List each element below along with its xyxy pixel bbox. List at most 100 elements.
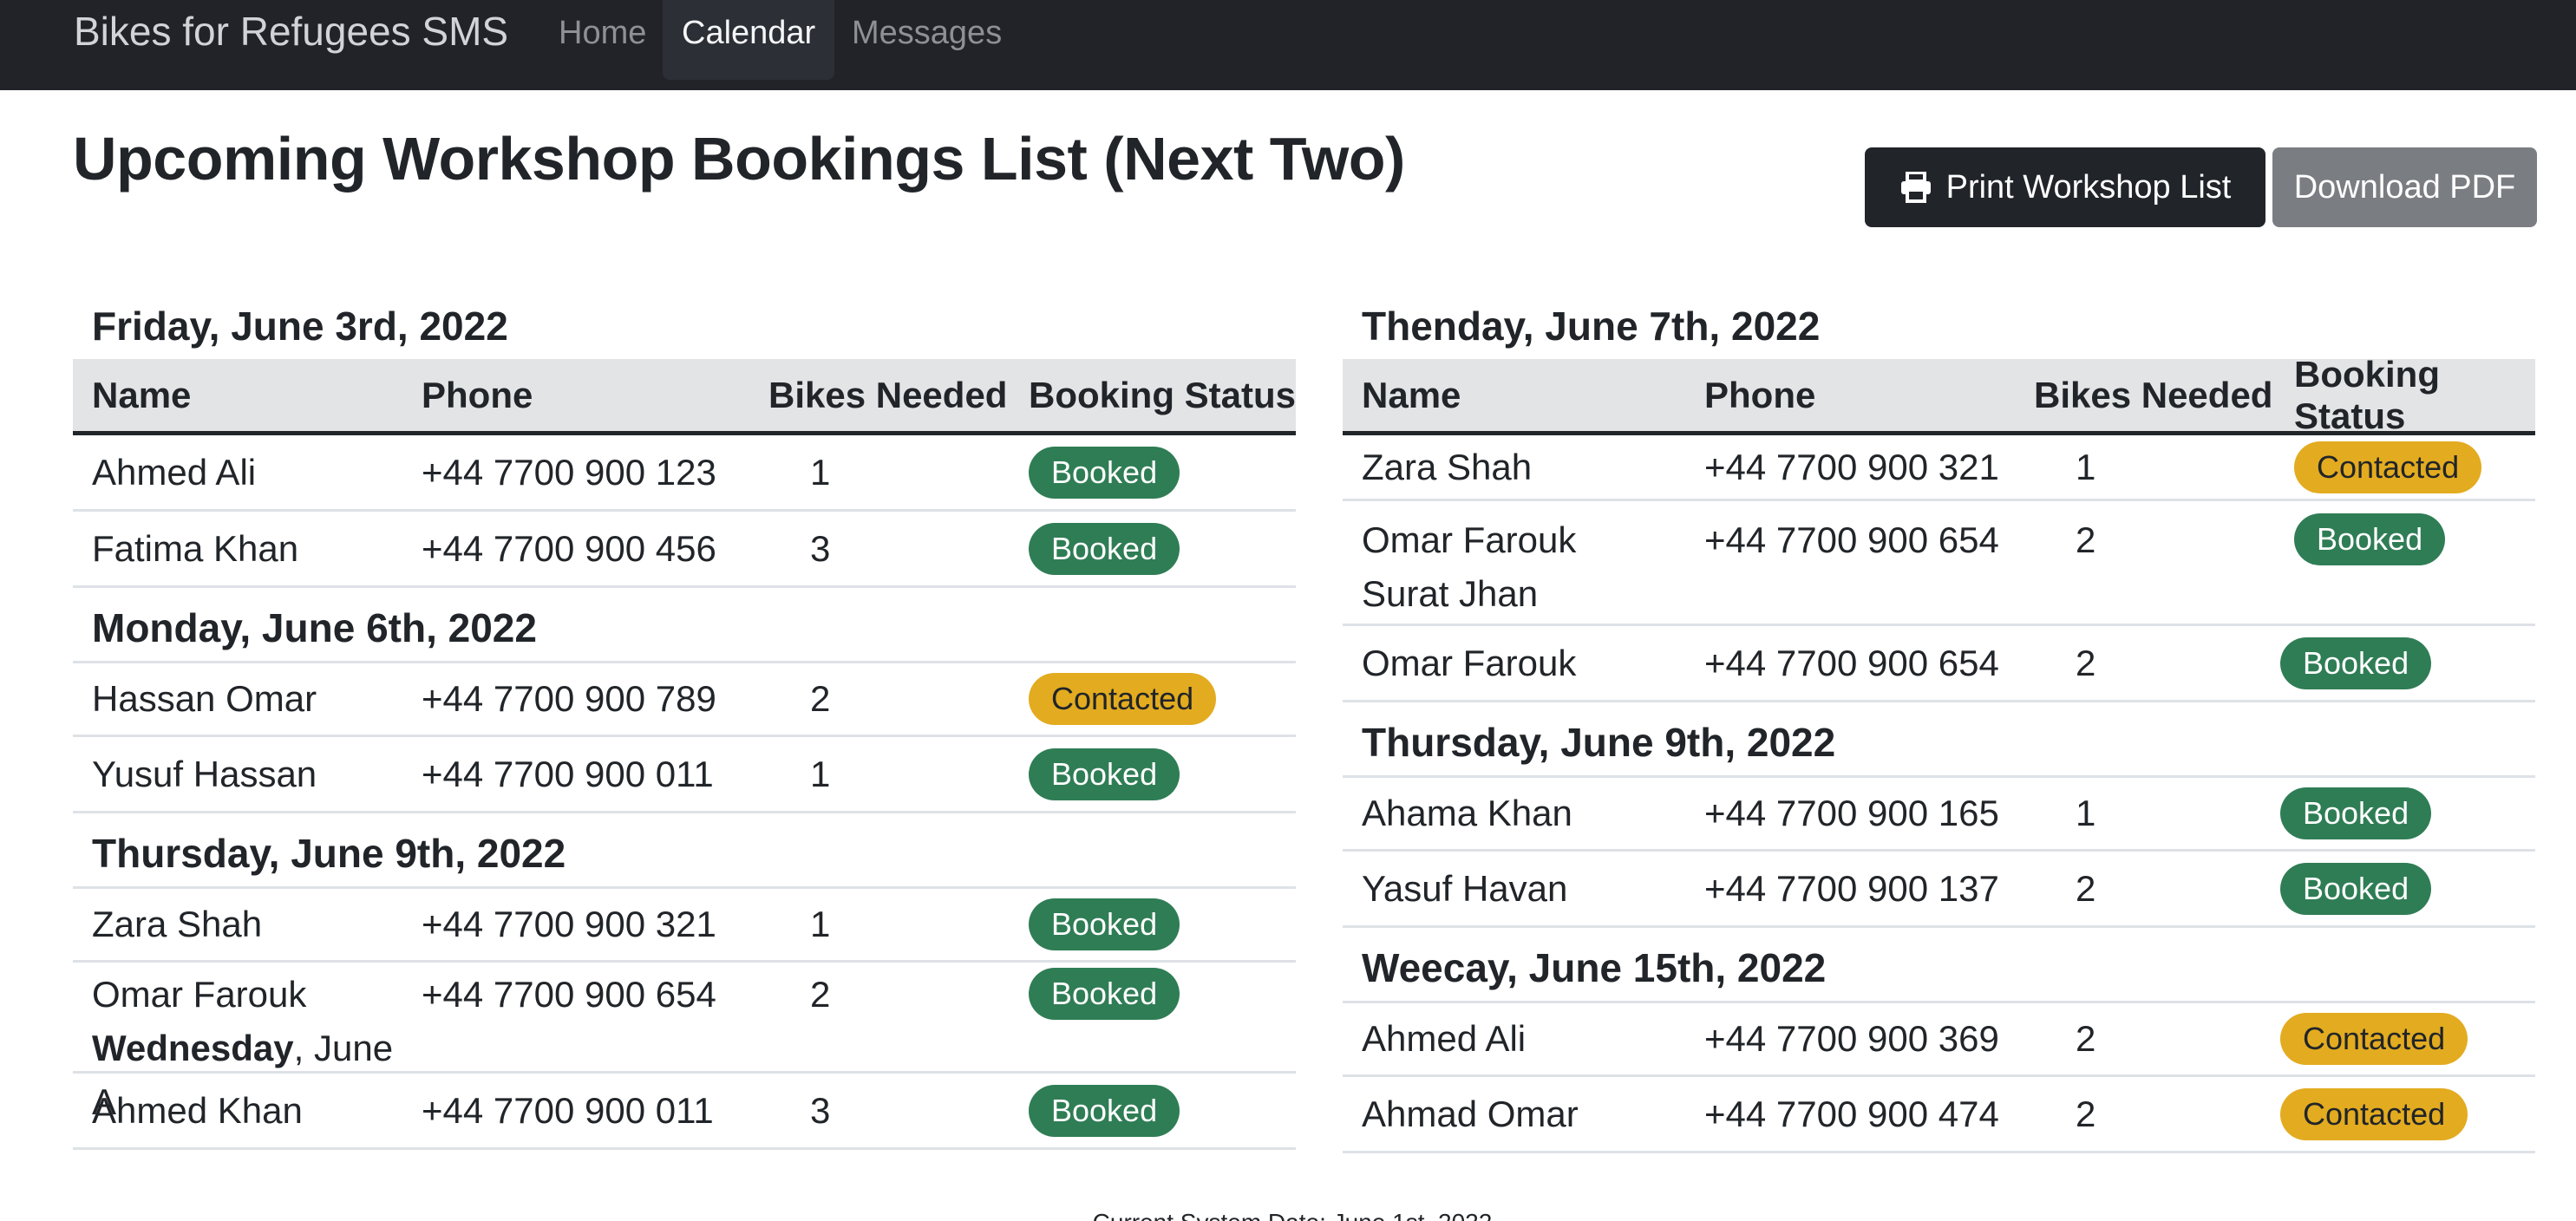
row-phone: +44 7700 900 123 — [422, 451, 716, 493]
table-header: Name Phone Bikes Needed Booking Status — [73, 359, 1296, 435]
row-bikes: 2 — [2076, 867, 2096, 909]
nav-home[interactable]: Home — [539, 0, 665, 80]
row-bikes: 1 — [810, 753, 831, 794]
table-row: Omar Farouk +44 7700 900 654 2 Booked — [1343, 626, 2535, 702]
status-badge: Booked — [2294, 513, 2446, 565]
row-name: Yasuf Havan — [1362, 867, 1568, 909]
col-phone: Phone — [422, 374, 533, 415]
brand[interactable]: Bikes for Refugees SMS — [74, 9, 508, 54]
col-bikes: Bikes Needed — [2034, 374, 2273, 415]
table-row: Zara Shah +44 7700 900 321 1 Contacted — [1343, 435, 2535, 501]
row-name-text-2: Surat Jhan — [1362, 573, 1539, 614]
row-bikes: 2 — [2076, 1018, 2096, 1059]
row-name: Omar Farouk — [1362, 642, 1577, 683]
date-heading: Friday, June 3rd, 2022 — [92, 304, 508, 349]
row-phone: +44 7700 900 137 — [1704, 867, 1999, 909]
row-phone: +44 7700 900 474 — [1704, 1093, 1999, 1134]
row-phone: +44 7700 900 789 — [422, 678, 716, 719]
row-phone: +44 7700 900 011 — [422, 753, 714, 794]
right-bookings-table: Thenday, June 7th, 2022 Name Phone Bikes… — [1343, 286, 2535, 1153]
status-badge: Booked — [1029, 1084, 1180, 1137]
table-row: Omar Farouk Surat Jhan +44 7700 900 654 … — [1343, 501, 2535, 626]
page-title: Upcoming Workshop Bookings List (Next Tw… — [73, 125, 1405, 193]
row-name: Ahmad Omar — [1362, 1093, 1579, 1134]
row-bikes: 2 — [2076, 642, 2096, 683]
status-badge: Booked — [1029, 968, 1180, 1020]
date-heading: Weecay, June 15th, 2022 — [1362, 945, 1827, 990]
status-badge: Booked — [1029, 446, 1180, 499]
status-badge: Booked — [2280, 637, 2432, 689]
date-heading: Thursday, June 9th, 2022 — [92, 831, 566, 876]
table-header: Name Phone Bikes Needed Booking Status — [1343, 354, 2535, 436]
status-badge: Contacted — [1029, 673, 1217, 725]
system-date-footer: Current System Date: June 1st, 2022 — [659, 1202, 1925, 1221]
row-bikes: 1 — [2076, 793, 2096, 833]
print-label: Print Workshop List — [1945, 169, 2232, 206]
row-bikes: 1 — [810, 904, 831, 944]
table-row: Zara Shah +44 7700 900 321 1 Booked — [73, 886, 1296, 963]
row-phone: +44 7700 900 321 — [422, 904, 716, 944]
col-name: Name — [1362, 374, 1461, 415]
left-bookings-table: Friday, June 3rd, 2022 Name Phone Bikes … — [73, 286, 1296, 1150]
row-bikes: 2 — [810, 678, 831, 719]
table-row: Hassan Omar +44 7700 900 789 2 Contacted — [73, 661, 1296, 737]
row-name: Zara Shah — [1362, 446, 1533, 487]
date-heading: Thursday, June 9th, 2022 — [1362, 720, 1836, 765]
navbar: Bikes for Refugees SMS Home Calendar Mes… — [0, 0, 2576, 90]
row-name: Zara Shah — [92, 904, 263, 944]
row-name: Omar Farouk Surat Jhan — [1343, 513, 1685, 621]
table-row: Yusuf Hassan +44 7700 900 011 1 Booked — [73, 737, 1296, 813]
row-name: Hassan Omar — [92, 678, 317, 719]
row-name: Ahmed Ali — [1362, 1018, 1527, 1059]
status-badge: Booked — [2280, 787, 2432, 839]
table-row: Yasuf Havan +44 7700 900 137 2 Booked — [1343, 852, 2535, 928]
status-badge: Contacted — [2280, 1087, 2468, 1140]
row-phone: +44 7700 900 321 — [1704, 446, 1999, 487]
print-workshop-list-button[interactable]: Print Workshop List — [1865, 147, 2265, 227]
row-bikes: 2 — [810, 974, 831, 1015]
row-phone: +44 7700 900 654 — [1704, 642, 1999, 683]
nav-calendar[interactable]: Calendar — [663, 0, 835, 80]
table-row: Ahmad Omar +44 7700 900 474 2 Contacted — [1343, 1077, 2535, 1153]
row-name: Ahama Khan — [1362, 793, 1572, 833]
row-bikes: 3 — [810, 527, 831, 569]
row-name-text: Omar Farouk — [1362, 519, 1577, 560]
row-phone: +44 7700 900 369 — [1704, 1018, 1999, 1059]
row-phone: +44 7700 900 654 — [422, 974, 716, 1015]
col-status: Booking Status — [2294, 353, 2440, 436]
date-heading: Thenday, June 7th, 2022 — [1362, 304, 1821, 349]
row-bikes: 2 — [2076, 1093, 2096, 1134]
date-heading: Monday, June 6th, 2022 — [92, 605, 537, 650]
row-bikes: 3 — [810, 1089, 831, 1131]
row-name-text: Omar Farouk — [92, 974, 307, 1015]
col-status: Booking Status — [1029, 374, 1297, 415]
status-badge: Contacted — [2280, 1013, 2468, 1065]
row-name: Fatima Khan — [92, 527, 299, 569]
row-name: Ahmed Khan — [92, 1089, 303, 1131]
row-bikes: 2 — [2076, 519, 2096, 560]
row-name: Yusuf Hassan — [92, 753, 317, 794]
row-bikes: 1 — [2076, 446, 2096, 487]
date-weekday: Wednesday — [92, 1028, 294, 1068]
status-badge: Booked — [2280, 862, 2432, 915]
table-row: Omar Farouk Wednesday, June A +44 7700 9… — [73, 963, 1296, 1122]
status-badge: Contacted — [2294, 441, 2482, 493]
nav-messages[interactable]: Messages — [833, 0, 1021, 80]
row-phone: +44 7700 900 456 — [422, 527, 716, 569]
col-phone: Phone — [1704, 374, 1816, 415]
table-row: Ahmed Ali +44 7700 900 369 2 Contacted — [1343, 1001, 2535, 1077]
table-row: Fatima Khan +44 7700 900 456 3 Booked — [73, 512, 1296, 588]
download-pdf-button[interactable]: Download PDF — [2272, 147, 2537, 227]
status-badge: Booked — [1029, 748, 1180, 800]
row-name: Ahmed Ali — [92, 451, 257, 493]
status-badge: Booked — [1029, 522, 1180, 575]
printer-icon — [1900, 172, 1931, 203]
status-badge: Booked — [1029, 898, 1180, 950]
row-bikes: 1 — [810, 451, 831, 493]
table-row: Ahama Khan +44 7700 900 165 1 Booked — [1343, 775, 2535, 852]
row-phone: +44 7700 900 165 — [1704, 793, 1999, 833]
row-phone: +44 7700 900 011 — [422, 1089, 714, 1131]
col-bikes: Bikes Needed — [768, 374, 1008, 415]
table-row: Ahmed Ali +44 7700 900 123 1 Booked — [73, 435, 1296, 512]
row-phone: +44 7700 900 654 — [1704, 519, 1999, 560]
